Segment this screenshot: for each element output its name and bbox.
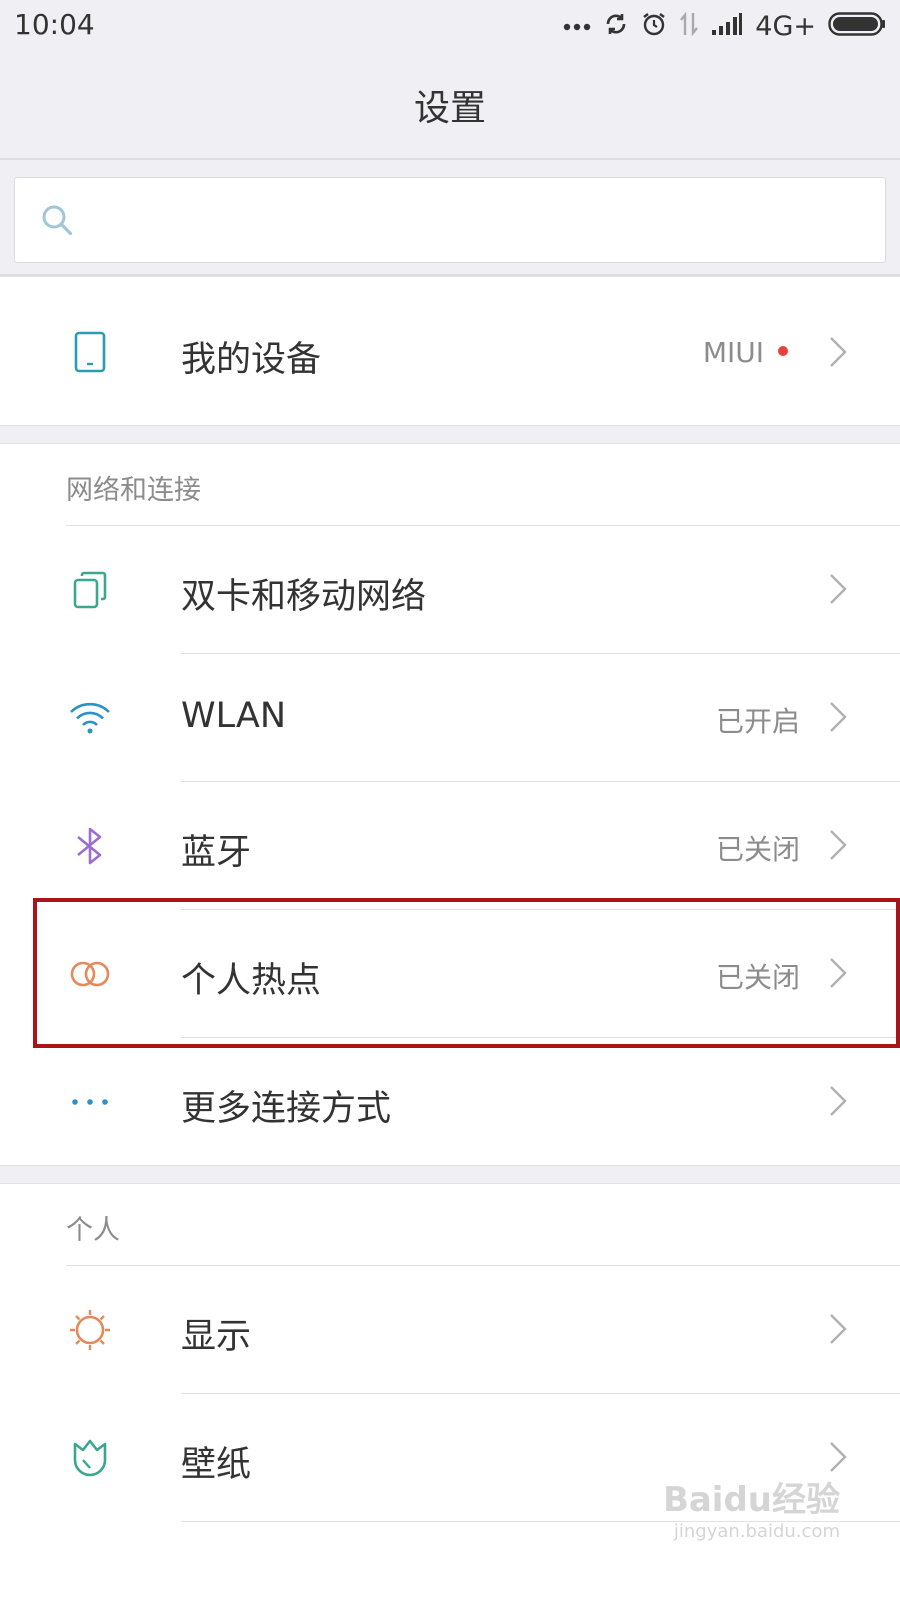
data-transfer-icon — [679, 11, 699, 41]
chevron-right-icon — [828, 335, 848, 373]
settings-item-more-connections[interactable]: 更多连接方式 — [0, 1038, 900, 1166]
phone-icon — [66, 331, 114, 373]
status-icons: 4G+ — [563, 8, 886, 44]
watermark: Baidu经验 jingyan.baidu.com — [663, 1472, 840, 1542]
dual-sim-icon — [66, 570, 114, 610]
settings-item-hotspot[interactable]: 个人热点 已关闭 — [0, 910, 900, 1038]
section-header-network: 网络和连接 — [0, 444, 900, 526]
battery-icon — [828, 11, 886, 41]
network-section: 网络和连接 双卡和移动网络 WLAN 已开启 蓝牙 已关闭 个人热点 已关闭 更… — [0, 443, 900, 1166]
search-area — [0, 162, 900, 276]
sync-icon — [603, 11, 629, 41]
my-device-label: 我的设备 — [181, 340, 322, 380]
settings-item-display[interactable]: 显示 — [0, 1266, 900, 1394]
signal-icon — [711, 12, 743, 40]
settings-item-dual-sim[interactable]: 双卡和移动网络 — [0, 526, 900, 654]
settings-item-value: 已关闭 — [715, 961, 800, 994]
settings-item-label: 更多连接方式 — [181, 1089, 392, 1129]
page-title: 设置 — [413, 88, 486, 129]
bluetooth-icon — [66, 826, 114, 866]
settings-item-label: 显示 — [181, 1317, 252, 1357]
settings-item-label: 壁纸 — [181, 1445, 252, 1485]
settings-item-bluetooth[interactable]: 蓝牙 已关闭 — [0, 782, 900, 910]
watermark-brand: Baidu经验 — [662, 1480, 840, 1520]
settings-item-label: WLAN — [181, 696, 287, 736]
hotspot-icon — [66, 954, 114, 994]
section-title: 网络和连接 — [66, 475, 201, 506]
search-icon — [39, 202, 75, 242]
my-device-item[interactable]: 我的设备 MIUI — [0, 277, 900, 427]
settings-item-value: 已开启 — [715, 705, 800, 738]
chevron-right-icon — [828, 572, 848, 610]
settings-item-wlan[interactable]: WLAN 已开启 — [0, 654, 900, 782]
chevron-right-icon — [828, 828, 848, 866]
wallpaper-icon — [66, 1438, 114, 1478]
search-input[interactable] — [14, 177, 886, 263]
status-bar: 10:04 4G+ — [0, 0, 900, 52]
display-sun-icon — [66, 1310, 114, 1350]
chevron-right-icon — [828, 956, 848, 994]
settings-item-label: 双卡和移动网络 — [181, 577, 427, 617]
settings-item-label: 个人热点 — [181, 961, 322, 1001]
chevron-right-icon — [828, 1312, 848, 1350]
title-bar: 设置 — [0, 52, 900, 160]
more-notifications-icon — [563, 17, 591, 36]
watermark-url: jingyan.baidu.com — [673, 1521, 840, 1542]
more-dots-icon — [66, 1082, 114, 1122]
chevron-right-icon — [828, 1084, 848, 1122]
my-device-group: 我的设备 MIUI — [0, 276, 900, 426]
section-header-personal: 个人 — [0, 1184, 900, 1266]
alarm-icon — [641, 11, 667, 41]
section-title: 个人 — [66, 1215, 120, 1246]
my-device-value: MIUI — [702, 336, 764, 369]
status-time: 10:04 — [14, 8, 95, 41]
settings-item-label: 蓝牙 — [181, 833, 252, 873]
settings-item-value: 已关闭 — [715, 833, 800, 866]
chevron-right-icon — [828, 700, 848, 738]
update-badge-dot — [778, 346, 788, 356]
wifi-icon — [66, 698, 114, 738]
network-type: 4G+ — [755, 10, 816, 42]
